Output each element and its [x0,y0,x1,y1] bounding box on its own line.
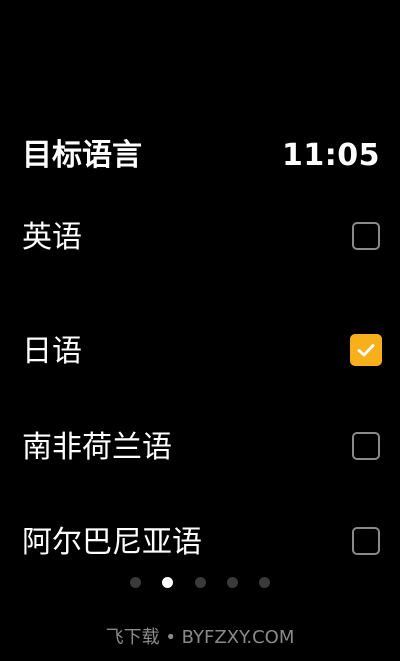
language-label: 南非荷兰语 [22,430,172,465]
page-title: 目标语言 [22,138,142,173]
language-label: 阿尔巴尼亚语 [22,525,202,560]
page-indicator [0,572,400,588]
language-option-afrikaans[interactable]: 南非荷兰语 [0,418,400,478]
checkbox-afrikaans[interactable] [352,432,380,460]
language-picker-screen: 目标语言 11:05 英语 日语 南非荷兰语 阿尔巴尼亚语 飞下载 • BYFZ… [0,0,400,661]
checkbox-japanese[interactable] [350,334,382,366]
checkmark-icon [357,344,375,357]
checkbox-albanian[interactable] [352,527,380,555]
page-dot[interactable] [258,577,270,588]
language-option-albanian[interactable]: 阿尔巴尼亚语 [0,513,400,573]
page-dot-active[interactable] [162,577,174,588]
clock-time: 11:05 [282,138,380,173]
page-dot[interactable] [194,577,206,588]
language-label: 英语 [22,220,82,255]
watermark: 飞下载 • BYFZXY.COM [105,627,295,648]
language-label: 日语 [22,334,82,369]
checkbox-english[interactable] [352,222,380,250]
page-dot[interactable] [130,577,142,588]
language-option-english[interactable]: 英语 [0,208,400,268]
language-option-japanese[interactable]: 日语 [0,322,400,382]
header: 目标语言 11:05 [22,136,380,176]
page-dot[interactable] [226,577,238,588]
